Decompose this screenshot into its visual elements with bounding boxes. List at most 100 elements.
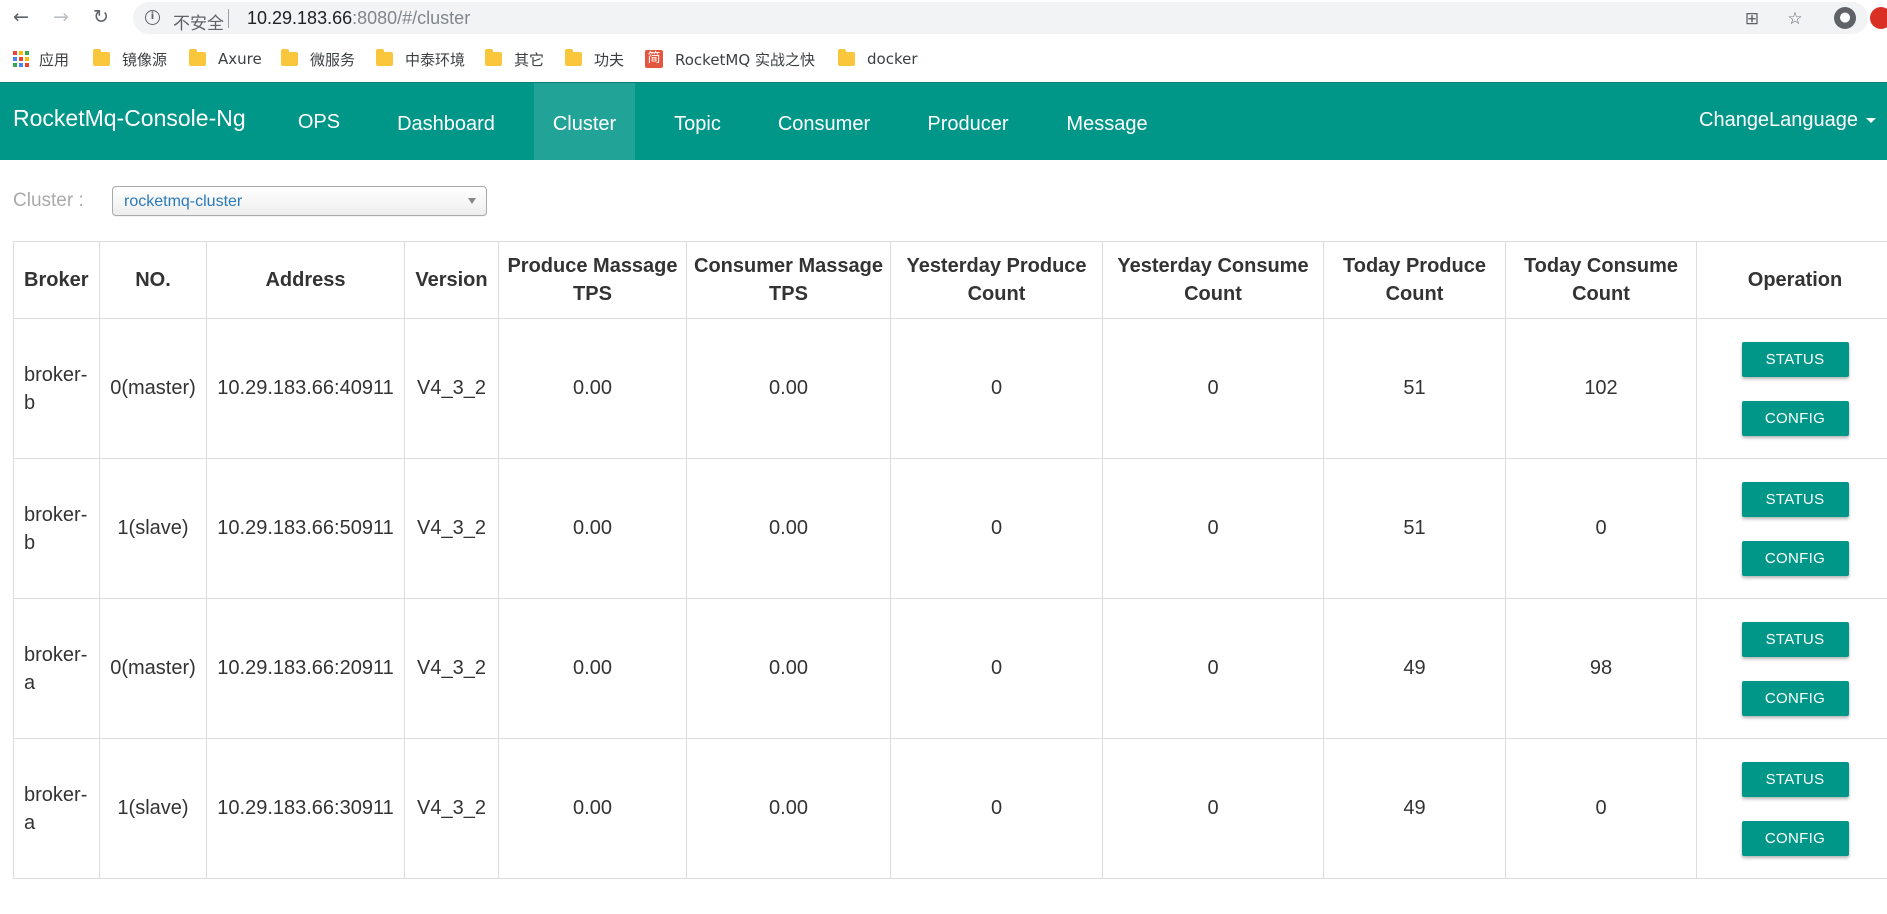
address-bar[interactable]: i 不安全 10.29.183.66:8080/#/cluster ⊞ ☆ (133, 2, 1868, 34)
back-arrow-icon[interactable]: ← (10, 6, 32, 28)
bookmark-apps[interactable]: 应用 (13, 44, 69, 74)
cell-today-produce: 51 (1323, 458, 1506, 599)
status-button[interactable]: STATUS (1741, 481, 1849, 517)
broker-table: Broker NO. Address Version Produce Massa… (13, 241, 1887, 879)
extension-icon[interactable] (1870, 7, 1887, 29)
bookmark-label: RocketMQ 实战之快 (675, 50, 815, 69)
col-header-yesterday-produce: Yesterday Produce Count (890, 241, 1103, 319)
folder-icon (93, 49, 110, 66)
bookmark-docker[interactable]: docker (838, 44, 918, 74)
nav-consumer[interactable]: Consumer (762, 83, 886, 161)
cell-address: 10.29.183.66:40911 (206, 318, 405, 459)
cell-today-consume: 98 (1505, 598, 1697, 739)
cell-version: V4_3_2 (404, 738, 499, 879)
bookmark-label: 微服务 (310, 50, 356, 69)
table-row: broker-a 0(master) 10.29.183.66:20911 V4… (13, 598, 1887, 739)
star-icon[interactable]: ☆ (1784, 8, 1806, 30)
profile-icon[interactable]: ● (1834, 7, 1856, 29)
nav-producer[interactable]: Producer (908, 83, 1028, 161)
cell-no: 0(master) (99, 598, 207, 739)
forward-arrow-icon[interactable]: → (50, 6, 72, 28)
bookmark-label: 应用 (39, 50, 70, 69)
col-header-version: Version (404, 241, 499, 319)
config-button[interactable]: CONFIG (1741, 820, 1849, 856)
status-button[interactable]: STATUS (1741, 761, 1849, 797)
cell-today-consume: 102 (1505, 318, 1697, 459)
config-button[interactable]: CONFIG (1741, 400, 1849, 436)
app-navbar: RocketMq-Console-Ng OPS Dashboard Cluste… (0, 82, 1887, 161)
nav-dashboard[interactable]: Dashboard (383, 83, 509, 161)
cell-consumer-tps: 0.00 (686, 458, 891, 599)
col-header-consumer-tps: Consumer Massage TPS (686, 241, 891, 319)
change-language-dropdown[interactable]: ChangeLanguage (1699, 83, 1877, 161)
folder-icon (838, 49, 855, 66)
bookmark-kungfu[interactable]: 功夫 (565, 44, 624, 74)
cluster-selected-value: rocketmq-cluster (124, 193, 243, 210)
reload-icon[interactable]: ↻ (90, 6, 112, 28)
cell-consumer-tps: 0.00 (686, 598, 891, 739)
change-language-label: ChangeLanguage (1699, 109, 1859, 131)
cluster-select[interactable]: rocketmq-cluster (112, 186, 487, 216)
config-button[interactable]: CONFIG (1741, 680, 1849, 716)
brand-title[interactable]: RocketMq-Console-Ng (13, 105, 246, 132)
cell-version: V4_3_2 (404, 318, 499, 459)
info-icon[interactable]: i (145, 10, 160, 25)
col-header-broker: Broker (13, 241, 100, 319)
cell-yesterday-produce: 0 (890, 318, 1103, 459)
cell-operation: STATUS CONFIG (1696, 738, 1887, 879)
cell-yesterday-consume: 0 (1102, 458, 1324, 599)
cell-operation: STATUS CONFIG (1696, 318, 1887, 459)
bookmark-microservice[interactable]: 微服务 (281, 44, 355, 74)
folder-icon (565, 49, 582, 66)
bookmark-label: 中泰环境 (405, 50, 466, 69)
url-host: 10.29.183.66 (247, 8, 353, 28)
cell-no: 1(slave) (99, 458, 207, 599)
bookmark-zhongtai[interactable]: 中泰环境 (376, 44, 465, 74)
bookmark-label: 镜像源 (122, 50, 168, 69)
cell-address: 10.29.183.66:30911 (206, 738, 405, 879)
cell-operation: STATUS CONFIG (1696, 598, 1887, 739)
table-row: broker-b 0(master) 10.29.183.66:40911 V4… (13, 318, 1887, 459)
cluster-label: Cluster : (13, 190, 84, 211)
bookmark-rocketmq-book[interactable]: 简 RocketMQ 实战之快 (645, 44, 815, 74)
jianshu-icon: 简 (645, 50, 663, 68)
cell-broker: broker-b (13, 318, 100, 459)
cell-broker: broker-a (13, 738, 100, 879)
url-text[interactable]: 10.29.183.66:8080/#/cluster (247, 8, 470, 29)
bookmark-other[interactable]: 其它 (485, 44, 544, 74)
cell-produce-tps: 0.00 (498, 738, 687, 879)
cell-yesterday-consume: 0 (1102, 738, 1324, 879)
cell-today-consume: 0 (1505, 458, 1697, 599)
cell-address: 10.29.183.66:20911 (206, 598, 405, 739)
cell-today-produce: 51 (1323, 318, 1506, 459)
table-row: broker-b 1(slave) 10.29.183.66:50911 V4_… (13, 458, 1887, 599)
col-header-produce-tps: Produce Massage TPS (498, 241, 687, 319)
nav-ops[interactable]: OPS (282, 83, 356, 161)
status-button[interactable]: STATUS (1741, 621, 1849, 657)
nav-cluster[interactable]: Cluster (534, 83, 635, 161)
translate-icon[interactable]: ⊞ (1741, 8, 1763, 30)
cell-produce-tps: 0.00 (498, 598, 687, 739)
col-header-yesterday-consume: Yesterday Consume Count (1102, 241, 1324, 319)
cell-yesterday-produce: 0 (890, 458, 1103, 599)
cell-yesterday-produce: 0 (890, 598, 1103, 739)
nav-topic[interactable]: Topic (655, 83, 740, 161)
cell-version: V4_3_2 (404, 458, 499, 599)
nav-message[interactable]: Message (1052, 83, 1162, 161)
bookmarks-bar: 应用 镜像源 Axure 微服务 中泰环境 其它 功夫 简 RocketMQ 实… (0, 44, 1887, 74)
cell-consumer-tps: 0.00 (686, 318, 891, 459)
dropdown-arrow-icon (468, 198, 476, 204)
config-button[interactable]: CONFIG (1741, 540, 1849, 576)
folder-icon (485, 49, 502, 66)
status-button[interactable]: STATUS (1741, 341, 1849, 377)
cell-address: 10.29.183.66:50911 (206, 458, 405, 599)
apps-grid-icon (13, 51, 29, 67)
bookmark-label: 功夫 (594, 50, 625, 69)
cell-version: V4_3_2 (404, 598, 499, 739)
bookmark-label: docker (867, 50, 918, 68)
bookmark-axure[interactable]: Axure (189, 44, 262, 74)
cell-yesterday-consume: 0 (1102, 318, 1324, 459)
cell-broker: broker-b (13, 458, 100, 599)
cell-produce-tps: 0.00 (498, 318, 687, 459)
bookmark-mirror[interactable]: 镜像源 (93, 44, 167, 74)
